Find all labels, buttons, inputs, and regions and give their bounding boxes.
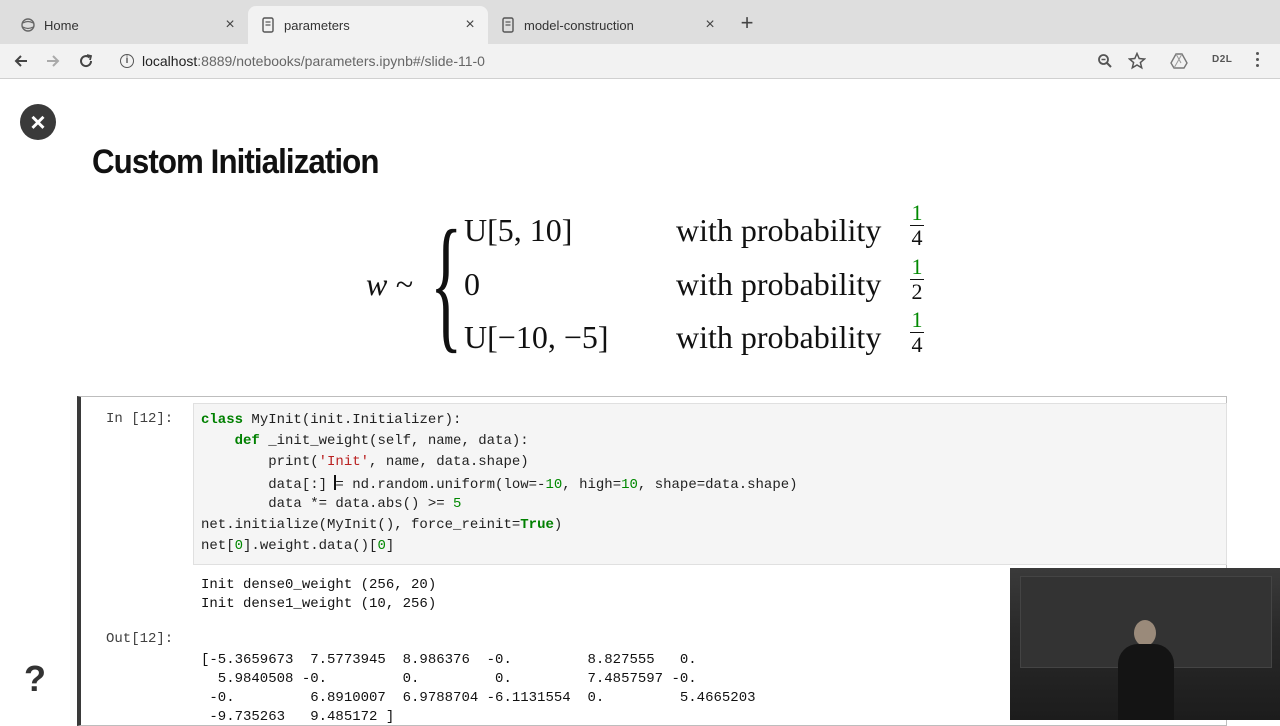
code-line: net.initialize(MyInit(), force_reinit=Tr… [201, 517, 563, 533]
browser-toolbar: i localhost:8889/notebooks/parameters.ip… [0, 44, 1280, 79]
code-line: def _init_weight(self, name, data): [234, 433, 529, 449]
code-line: print('Init', name, data.shape) [201, 454, 529, 470]
output-prompt: Out[12]: [106, 631, 174, 647]
jupyter-icon [20, 17, 36, 33]
presenter-video [1010, 568, 1280, 720]
notebook-icon [500, 17, 516, 33]
url-path: :8889/notebooks/parameters.ipynb#/slide-… [197, 53, 485, 69]
reload-icon[interactable] [75, 50, 97, 72]
result-line: [-5.3659673 7.5773945 8.986376 -0. 8.827… [201, 652, 697, 668]
result-line: 5.9840508 -0. 0. 0. 7.4857597 -0. [201, 671, 697, 687]
case-probability: 1 4 [910, 202, 924, 249]
url-host: localhost [142, 53, 198, 69]
code-line: class MyInit(init.Initializer): [201, 412, 462, 428]
address-bar[interactable]: i localhost:8889/notebooks/parameters.ip… [108, 47, 1158, 75]
initialization-formula: w ~ { U[5, 10] with probability 1 4 0 wi… [0, 200, 1280, 370]
left-brace: { [430, 200, 463, 366]
menu-icon[interactable] [1256, 52, 1260, 70]
tab-parameters[interactable]: parameters × [248, 6, 488, 44]
case-probability: 1 2 [910, 256, 924, 303]
tab-model-construction[interactable]: model-construction × [488, 6, 728, 44]
fraction-numerator: 1 [910, 200, 924, 226]
fraction-denominator: 4 [911, 225, 923, 250]
close-icon[interactable]: × [462, 17, 478, 33]
text-cursor [334, 475, 337, 490]
close-icon[interactable]: × [222, 17, 238, 33]
forward-icon[interactable] [42, 50, 64, 72]
notebook-icon [260, 17, 276, 33]
tab-label: model-construction [524, 17, 634, 33]
zoom-icon[interactable] [1094, 50, 1116, 72]
tab-label: Home [44, 17, 79, 33]
case-text: with probability [676, 319, 882, 355]
stdout-line: Init dense0_weight (256, 20) [201, 577, 437, 593]
code-line: data[:] = nd.random.uniform(low=-10, hig… [201, 475, 798, 493]
case-value: U[−10, −5] [464, 319, 609, 355]
code-line: net[0].weight.data()[0] [201, 538, 395, 554]
tab-label: parameters [284, 17, 350, 33]
close-icon[interactable]: × [702, 17, 718, 33]
help-icon[interactable]: ? [24, 658, 46, 700]
case-value: 0 [464, 266, 480, 302]
slide-title: Custom Initialization [92, 143, 379, 181]
presenter-body [1118, 644, 1174, 720]
result-line: -0. 6.8910007 6.9788704 -6.1131554 0. 5.… [201, 690, 756, 706]
close-slideshow-icon[interactable]: × [20, 104, 56, 140]
back-icon[interactable] [10, 50, 32, 72]
new-tab-icon[interactable]: + [737, 12, 757, 34]
code-line: data *= data.abs() >= 5 [201, 496, 462, 512]
presenter-head [1134, 620, 1156, 646]
fraction-denominator: 2 [911, 279, 923, 304]
case-text: with probability [676, 212, 882, 248]
result-line: -9.735263 9.485172 ] [201, 709, 395, 725]
code-editor[interactable]: class MyInit(init.Initializer): def _ini… [193, 403, 1227, 565]
info-icon[interactable]: i [120, 54, 134, 68]
case-value: U[5, 10] [464, 212, 573, 248]
fraction-numerator: 1 [910, 254, 924, 280]
formula-lhs: w ~ [366, 266, 413, 302]
url-text: localhost:8889/notebooks/parameters.ipyn… [142, 53, 485, 69]
input-prompt: In [12]: [106, 411, 174, 427]
fraction-numerator: 1 [910, 307, 924, 333]
tab-home[interactable]: Home × [8, 6, 248, 44]
fraction-denominator: 4 [911, 332, 923, 357]
tab-strip: Home × parameters × model-construction ×… [0, 0, 1280, 44]
case-text: with probability [676, 266, 882, 302]
drive-extension-icon[interactable] [1168, 50, 1190, 72]
star-icon[interactable] [1126, 50, 1148, 72]
case-probability: 1 4 [910, 309, 924, 356]
stdout-line: Init dense1_weight (10, 256) [201, 596, 437, 612]
d2l-extension[interactable]: D2L [1212, 54, 1232, 65]
